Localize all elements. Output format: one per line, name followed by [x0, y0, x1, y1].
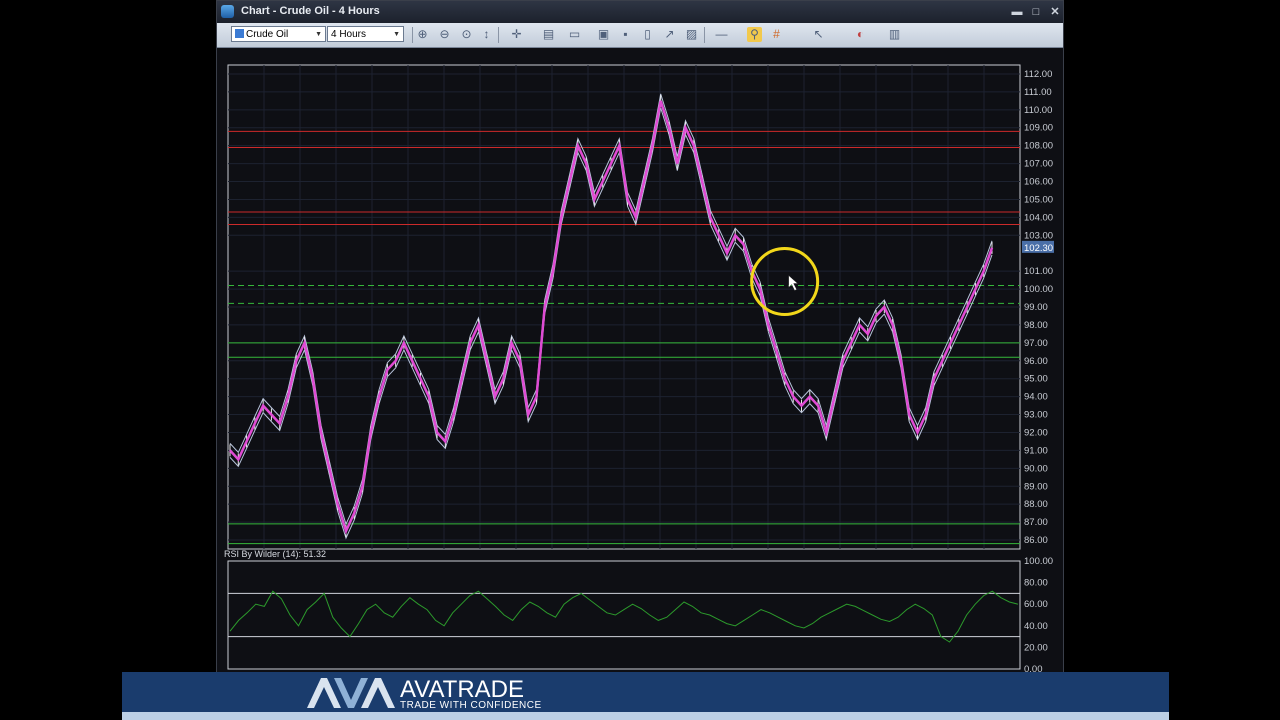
template-icon[interactable]: ▨ [684, 27, 699, 42]
price-tick-label: 89.00 [1024, 481, 1048, 492]
zoom-out-icon[interactable]: ⊖ [437, 27, 452, 42]
price-tick-label: 91.00 [1024, 445, 1048, 456]
price-tick-label: 109.00 [1024, 123, 1053, 134]
price-chart[interactable]: 112.00 111.00 110.00 109.00 108.00 107.00 106.… [224, 61, 1056, 673]
price-tick-label: 94.00 [1024, 392, 1048, 403]
price-tick-label: 95.00 [1024, 374, 1048, 385]
price-tick-label: 107.00 [1024, 159, 1053, 170]
link-icon[interactable]: ⚲ [747, 27, 762, 42]
rsi-label: RSI By Wilder (14): 51.32 [224, 549, 326, 559]
window-titlebar[interactable]: Chart - Crude Oil - 4 Hours ▬ □ ✕ [217, 1, 1063, 23]
price-tick-label: 104.00 [1024, 212, 1053, 223]
price-tick-label: 88.00 [1024, 499, 1048, 510]
price-tick-label: 99.00 [1024, 302, 1048, 313]
rsi-tick-label: 40.00 [1024, 621, 1048, 632]
rsi-tick-label: 20.00 [1024, 642, 1048, 653]
scale-icon[interactable]: ↕ [479, 27, 494, 42]
zoom-fit-icon[interactable]: ⊙ [459, 27, 474, 42]
price-tick-label: 92.00 [1024, 427, 1048, 438]
maximize-button[interactable]: □ [1028, 4, 1044, 20]
chart-type-icon-2[interactable]: ▭ [567, 27, 582, 42]
rsi-tick-label: 60.00 [1024, 599, 1048, 610]
timeframe-value: 4 Hours [331, 29, 367, 40]
rsi-tick-label: 100.00 [1024, 556, 1053, 567]
price-tick-label: 100.00 [1024, 284, 1053, 295]
price-tick-label: 106.00 [1024, 177, 1053, 188]
price-tick-label: 108.00 [1024, 141, 1053, 152]
price-tick-label: 98.00 [1024, 320, 1048, 331]
minimize-button[interactable]: ▬ [1009, 4, 1025, 20]
symbol-icon [235, 29, 244, 38]
price-tick-label: 111.00 [1024, 87, 1052, 98]
price-tick-label: 110.00 [1024, 105, 1052, 116]
symbol-value: Crude Oil [246, 29, 289, 40]
price-tick-label: 112.00 [1024, 69, 1052, 80]
chart-type-icon[interactable]: ▤ [541, 27, 556, 42]
zoom-in-icon[interactable]: ⊕ [415, 27, 430, 42]
chevron-down-icon: ▼ [393, 31, 400, 38]
price-tick-label: 96.00 [1024, 356, 1048, 367]
rsi-tick-label: 80.00 [1024, 578, 1048, 589]
toolbar-separator [704, 27, 705, 43]
close-button[interactable]: ✕ [1047, 4, 1063, 20]
color-icon[interactable]: ◐ [853, 27, 868, 42]
price-tick-label: 87.00 [1024, 517, 1048, 528]
settings-icon[interactable]: ▥ [887, 27, 902, 42]
app-icon [221, 5, 234, 18]
price-tick-label: 97.00 [1024, 338, 1048, 349]
banner-stripe [122, 712, 1169, 720]
price-tick-label: 86.00 [1024, 535, 1048, 546]
save-icon[interactable]: ▪ [618, 27, 633, 42]
timeframe-select[interactable]: 4 Hours ▼ [327, 26, 404, 42]
chart-toolbar: Crude Oil ▼ 4 Hours ▼ ⊕ ⊖ ⊙ ↕ ✛ ▤ ▭ ▣ ▪ … [217, 23, 1063, 48]
price-tick-label: 103.00 [1024, 230, 1053, 241]
toolbar-separator [412, 27, 413, 43]
symbol-select[interactable]: Crude Oil ▼ [231, 26, 326, 42]
print-icon[interactable]: ▣ [596, 27, 611, 42]
avatrade-banner: AVATRADE TRADE WITH CONFIDENCE [122, 672, 1169, 720]
brand-tagline: TRADE WITH CONFIDENCE [400, 700, 542, 711]
cursor-icon[interactable]: ↖ [811, 27, 826, 42]
price-tick-label: 101.00 [1024, 266, 1053, 277]
grid-icon[interactable]: # [769, 27, 784, 42]
window-title: Chart - Crude Oil - 4 Hours [241, 5, 380, 17]
crosshair-icon[interactable]: ✛ [509, 27, 524, 42]
chart-window: Chart - Crude Oil - 4 Hours ▬ □ ✕ Crude … [216, 0, 1064, 673]
price-tick-label: 105.00 [1024, 194, 1053, 205]
price-tick-label: 93.00 [1024, 410, 1048, 421]
price-tick-label: 102.30 [1024, 243, 1053, 254]
page-icon[interactable]: ▯ [640, 27, 655, 42]
chevron-down-icon: ▼ [315, 31, 322, 38]
toolbar-separator [498, 27, 499, 43]
indicator-icon[interactable]: ↗ [662, 27, 677, 42]
avatrade-logo [307, 678, 395, 708]
price-tick-label: 90.00 [1024, 463, 1048, 474]
line-tool-icon[interactable]: — [714, 27, 729, 42]
